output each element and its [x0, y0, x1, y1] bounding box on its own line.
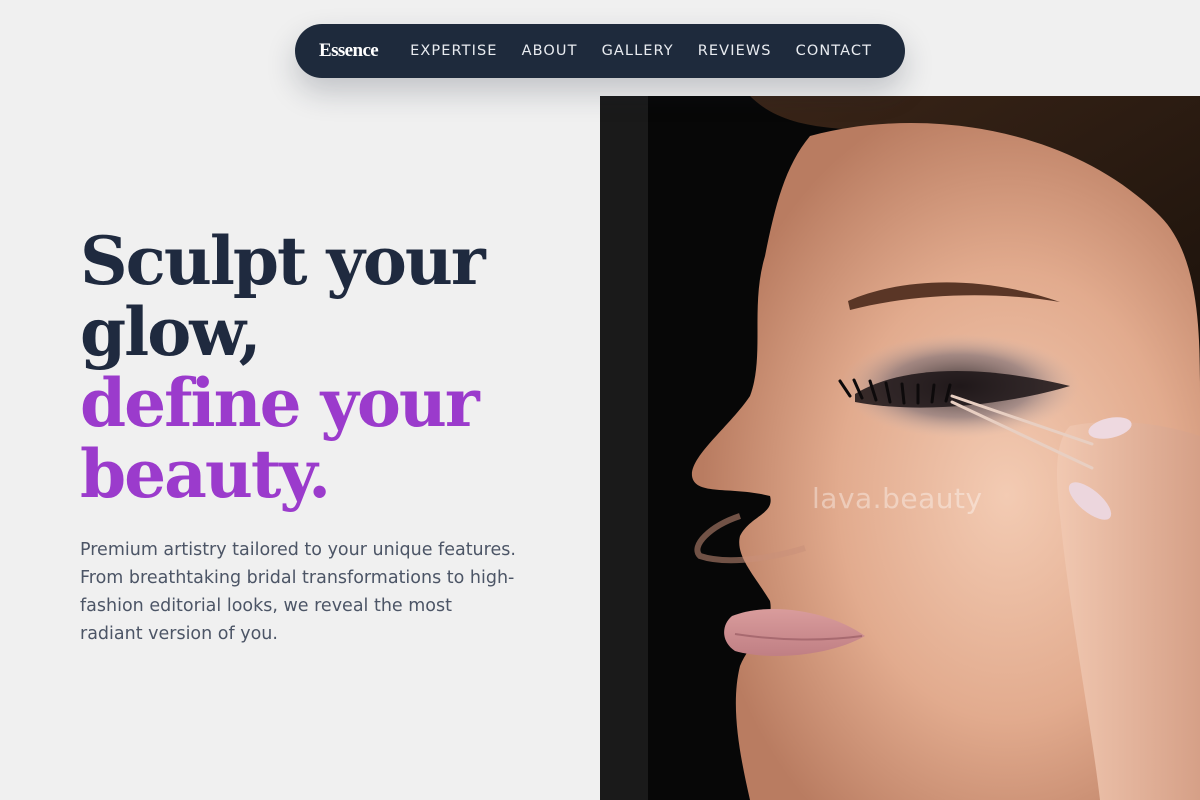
nav-link-gallery[interactable]: GALLERY: [602, 43, 674, 59]
hero-headline: Sculpt your glow, define your beauty.: [80, 226, 560, 510]
hero-text: Sculpt your glow, define your beauty. Pr…: [80, 226, 560, 648]
hero-image: lava.beauty: [600, 96, 1200, 800]
headline-line-2: glow,: [80, 293, 262, 371]
headline-accent-line-2: beauty.: [80, 435, 331, 513]
headline-accent-line-1: define your: [80, 364, 480, 442]
hero-description: Premium artistry tailored to your unique…: [80, 540, 516, 644]
makeup-artist-photo: [600, 96, 1200, 800]
nav-link-expertise[interactable]: EXPERTISE: [410, 43, 497, 59]
brand-logo[interactable]: Essence: [319, 40, 379, 62]
nav-link-contact[interactable]: CONTACT: [796, 43, 872, 59]
headline-line-1: Sculpt your: [80, 222, 486, 300]
nav-link-reviews[interactable]: REVIEWS: [698, 43, 772, 59]
nav-link-about[interactable]: ABOUT: [522, 43, 578, 59]
image-watermark: lava.beauty: [812, 482, 983, 515]
main-nav: Essence EXPERTISE ABOUT GALLERY REVIEWS …: [295, 24, 905, 78]
nav-links: EXPERTISE ABOUT GALLERY REVIEWS CONTACT: [410, 43, 872, 59]
